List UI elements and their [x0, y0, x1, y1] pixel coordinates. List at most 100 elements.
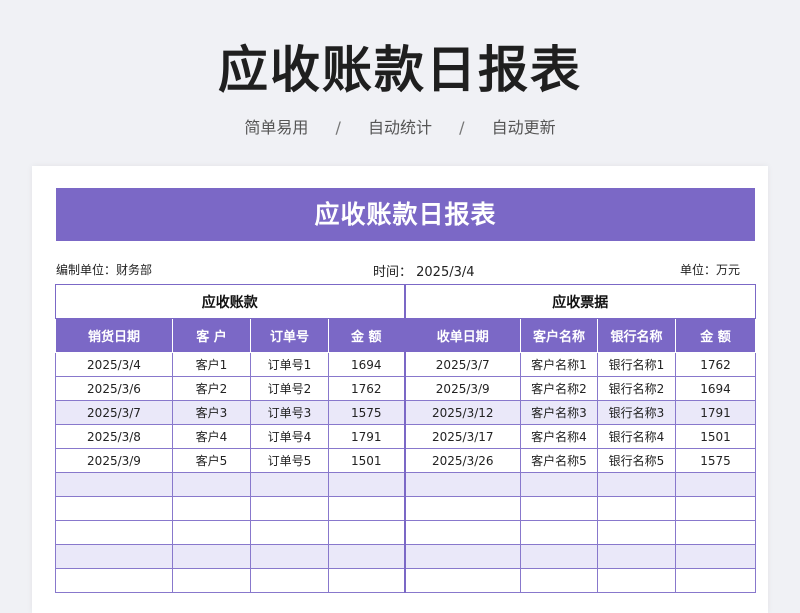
table-cell[interactable]: 客户名称3	[520, 400, 598, 425]
table-cell[interactable]	[250, 520, 329, 545]
tag-separator: /	[459, 118, 465, 137]
table-cell[interactable]	[55, 472, 173, 497]
table-cell[interactable]	[597, 496, 676, 521]
table-cell[interactable]: 1501	[328, 448, 405, 473]
table-row	[55, 496, 756, 521]
table-cell[interactable]	[675, 472, 756, 497]
table-cell[interactable]	[250, 496, 329, 521]
table-cell[interactable]	[520, 520, 598, 545]
table-cell[interactable]: 2025/3/8	[55, 424, 173, 449]
table-cell[interactable]: 1694	[328, 352, 405, 377]
table-cell[interactable]: 客户2	[172, 376, 251, 401]
currency-unit: 单位：万元	[679, 263, 740, 277]
table-cell[interactable]: 订单号4	[250, 424, 329, 449]
table-cell[interactable]: 银行名称2	[597, 376, 676, 401]
table-cell[interactable]: 客户5	[172, 448, 251, 473]
report-date: 时间： 2025/3/4	[373, 265, 475, 280]
col-bank-name: 银行名称	[597, 318, 676, 353]
col-receipt-date: 收单日期	[403, 318, 521, 353]
table-cell[interactable]	[328, 472, 405, 497]
table-cell[interactable]: 客户1	[172, 352, 251, 377]
table-cell[interactable]	[328, 544, 405, 569]
table-cell[interactable]	[172, 544, 251, 569]
table-cell[interactable]: 1694	[675, 376, 756, 401]
col-sale-date: 销货日期	[55, 318, 173, 353]
table-cell[interactable]	[172, 568, 251, 593]
table-cell[interactable]	[172, 472, 251, 497]
table-row	[55, 544, 756, 569]
sheet-banner-title: 应收账款日报表	[56, 188, 755, 241]
table-cell[interactable]	[55, 496, 173, 521]
table-cell[interactable]	[520, 472, 598, 497]
table-cell[interactable]	[597, 568, 676, 593]
table-cell[interactable]: 1762	[675, 352, 756, 377]
table-cell[interactable]: 2025/3/9	[403, 376, 521, 401]
table-cell[interactable]: 2025/3/26	[403, 448, 521, 473]
table-cell[interactable]: 订单号2	[250, 376, 329, 401]
table-cell[interactable]: 订单号3	[250, 400, 329, 425]
table-cell[interactable]	[675, 568, 756, 593]
table-cell[interactable]: 订单号1	[250, 352, 329, 377]
table-cell[interactable]	[597, 544, 676, 569]
table-cell[interactable]	[328, 496, 405, 521]
table-cell[interactable]	[55, 568, 173, 593]
table-row: 2025/3/8 客户4 订单号4 1791 2025/3/17 客户名称4 银行名称4 15…	[55, 424, 756, 449]
tag-auto-stats: 自动统计	[367, 118, 432, 137]
table-cell[interactable]: 客户名称4	[520, 424, 598, 449]
table-cell[interactable]	[250, 568, 329, 593]
table-cell[interactable]: 银行名称3	[597, 400, 676, 425]
table-cell[interactable]	[55, 520, 173, 545]
table-cell[interactable]: 2025/3/9	[55, 448, 173, 473]
prepared-by-unit: 编制单位：财务部	[56, 263, 153, 277]
table-cell[interactable]	[675, 520, 756, 545]
table-cell[interactable]	[328, 568, 405, 593]
table-cell[interactable]: 银行名称1	[597, 352, 676, 377]
table-row: 2025/3/6 客户2 订单号2 1762 2025/3/9 客户名称2 银行名称2 169…	[55, 376, 756, 401]
table-cell[interactable]: 1791	[328, 424, 405, 449]
table-cell[interactable]	[328, 520, 405, 545]
table-cell[interactable]: 订单号5	[250, 448, 329, 473]
table-cell[interactable]: 银行名称5	[597, 448, 676, 473]
table-cell[interactable]: 1575	[328, 400, 405, 425]
table-cell[interactable]: 客户名称2	[520, 376, 598, 401]
table-row: 2025/3/4 客户1 订单号1 1694 2025/3/7 客户名称1 银行名称1 176…	[55, 352, 756, 377]
table-cell[interactable]	[597, 472, 676, 497]
table-cell[interactable]	[520, 568, 598, 593]
table-cell[interactable]: 客户4	[172, 424, 251, 449]
table-cell[interactable]	[403, 544, 521, 569]
table-cell[interactable]	[597, 520, 676, 545]
table-cell[interactable]	[675, 544, 756, 569]
table-cell[interactable]	[403, 520, 521, 545]
col-customer-name: 客户名称	[520, 318, 598, 353]
table-cell[interactable]	[250, 544, 329, 569]
table-cell[interactable]: 1762	[328, 376, 405, 401]
table-cell[interactable]: 2025/3/4	[55, 352, 173, 377]
table-cell[interactable]: 客户名称1	[520, 352, 598, 377]
table-cell[interactable]: 1501	[675, 424, 756, 449]
table-row: 2025/3/7 客户3 订单号3 1575 2025/3/12 客户名称3 银行名称3 17…	[55, 400, 756, 425]
table-cell[interactable]	[55, 544, 173, 569]
table-cell[interactable]	[403, 496, 521, 521]
table-cell[interactable]: 1791	[675, 400, 756, 425]
table-cell[interactable]: 2025/3/12	[403, 400, 521, 425]
table-cell[interactable]	[172, 520, 251, 545]
tag-auto-update: 自动更新	[491, 118, 556, 137]
table-cell[interactable]: 2025/3/7	[55, 400, 173, 425]
table-row	[55, 568, 756, 593]
table-cell[interactable]	[675, 496, 756, 521]
table-cell[interactable]	[403, 472, 521, 497]
table-cell[interactable]: 银行名称4	[597, 424, 676, 449]
table-cell[interactable]: 1575	[675, 448, 756, 473]
table-cell[interactable]: 2025/3/6	[55, 376, 173, 401]
table-cell[interactable]	[250, 472, 329, 497]
table-cell[interactable]: 2025/3/17	[403, 424, 521, 449]
table-cell[interactable]: 客户名称5	[520, 448, 598, 473]
table-cell[interactable]	[403, 568, 521, 593]
table-cell[interactable]	[520, 496, 598, 521]
tag-separator: /	[335, 118, 341, 137]
table-cell[interactable]	[172, 496, 251, 521]
col-note-amount: 金 额	[675, 318, 756, 353]
table-cell[interactable]: 2025/3/7	[403, 352, 521, 377]
table-cell[interactable]	[520, 544, 598, 569]
table-cell[interactable]: 客户3	[172, 400, 251, 425]
